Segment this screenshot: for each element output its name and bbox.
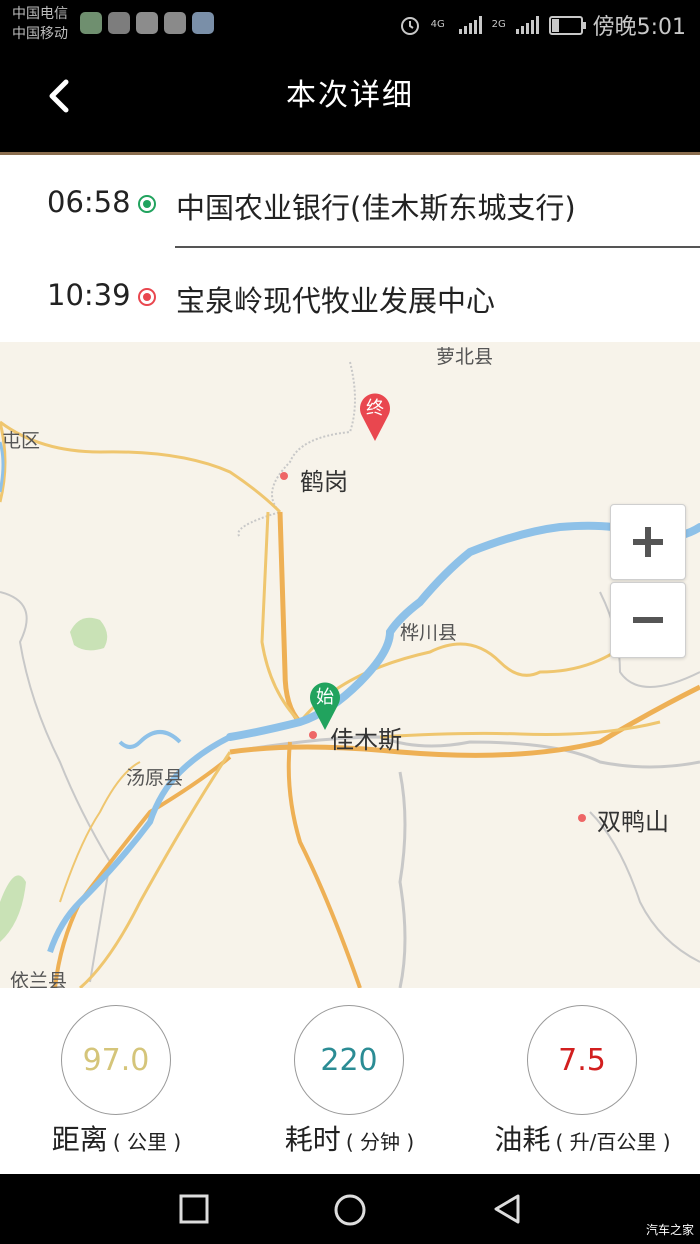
maps-app-icon: [108, 12, 130, 34]
fuel-unit: ( 升/百公里 ): [555, 1130, 671, 1154]
map-label-yilan: 依兰县: [10, 970, 68, 988]
carrier-labels: 中国电信 中国移动: [12, 4, 68, 44]
page-title: 本次详细: [286, 78, 414, 113]
system-nav-bar: 汽车之家: [0, 1174, 700, 1244]
status-right: 4G 2G 傍晚5:01: [399, 8, 686, 42]
home-icon[interactable]: [332, 1192, 368, 1228]
network-label-2: 2G: [491, 19, 506, 30]
route-map[interactable]: 萝北县 屯区 鹤岗 桦川县 佳木斯 汤原县 双鸭山 依兰县 终 始: [0, 342, 700, 988]
baidu-app-icon: [192, 12, 214, 34]
end-marker-label: 终: [366, 398, 384, 419]
route-start-row: 06:58 中国农业银行(佳木斯东城支行): [0, 157, 700, 249]
health-app-icon: [136, 12, 158, 34]
route-divider: [175, 246, 700, 248]
fuel-value: 7.5: [527, 1005, 637, 1115]
network-label-1: 4G: [430, 19, 445, 30]
signal-icon-2: [515, 16, 539, 34]
map-label-luobei: 萝北县: [436, 346, 494, 368]
map-label-hegang: 鹤岗: [300, 468, 348, 496]
route-details: 06:58 中国农业银行(佳木斯东城支行) 10:39 宝泉岭现代牧业发展中心: [0, 155, 700, 342]
route-end-row: 10:39 宝泉岭现代牧业发展中心: [0, 250, 700, 342]
stat-fuel: 7.5 油耗 ( 升/百公里 ): [466, 988, 699, 1174]
start-marker-pin[interactable]: 始: [308, 679, 342, 731]
carrier-1: 中国电信: [12, 6, 68, 22]
distance-value: 97.0: [61, 1005, 171, 1115]
map-label-tangyuan: 汤原县: [126, 767, 184, 789]
browser-app-icon: [164, 12, 186, 34]
map-label-tunqu: 屯区: [2, 430, 41, 452]
fuel-title: 油耗: [494, 1123, 551, 1156]
end-marker-pin[interactable]: 终: [358, 390, 392, 442]
status-bar: 中国电信 中国移动 4G 2G 傍晚5:01: [0, 0, 700, 50]
trip-stats: 97.0 距离 ( 公里 ) 220 耗时 ( 分钟 ) 7.5 油耗 ( 升/…: [0, 988, 700, 1174]
carrier-2: 中国移动: [12, 26, 68, 42]
plus-icon: [633, 527, 663, 557]
back-icon[interactable]: [490, 1192, 524, 1226]
start-time: 06:58: [47, 185, 131, 219]
distance-unit: ( 公里 ): [112, 1130, 182, 1154]
duration-title: 耗时: [284, 1123, 341, 1156]
watermark: 汽车之家: [645, 1223, 694, 1237]
map-label-shuangyashan: 双鸭山: [597, 808, 669, 836]
status-time: 傍晚5:01: [592, 15, 686, 40]
stat-distance: 97.0 距离 ( 公里 ): [0, 988, 233, 1174]
map-label-huachuan: 桦川县: [400, 622, 458, 644]
end-dot-icon: [138, 288, 156, 306]
end-place: 宝泉岭现代牧业发展中心: [176, 284, 496, 318]
alarm-icon: [400, 17, 419, 35]
wechat-app-icon: [80, 12, 102, 34]
fuel-label: 油耗 ( 升/百公里 ): [466, 1118, 699, 1158]
zoom-in-button[interactable]: [610, 504, 686, 580]
zoom-out-button[interactable]: [610, 582, 686, 658]
start-marker-label: 始: [316, 687, 334, 708]
recent-apps-icon[interactable]: [177, 1192, 211, 1226]
signal-icon: [458, 16, 482, 34]
map-canvas: [0, 361, 700, 988]
distance-label: 距离 ( 公里 ): [0, 1118, 233, 1158]
start-dot-icon: [138, 195, 156, 213]
stat-duration: 220 耗时 ( 分钟 ): [233, 988, 466, 1174]
start-place: 中国农业银行(佳木斯东城支行): [176, 191, 576, 225]
battery-icon: [548, 15, 586, 35]
duration-unit: ( 分钟 ): [345, 1130, 415, 1154]
duration-label: 耗时 ( 分钟 ): [233, 1118, 466, 1158]
distance-title: 距离: [51, 1123, 108, 1156]
end-time: 10:39: [47, 278, 131, 312]
title-bar: 本次详细: [0, 50, 700, 152]
duration-value: 220: [294, 1005, 404, 1115]
minus-icon: [633, 617, 663, 623]
